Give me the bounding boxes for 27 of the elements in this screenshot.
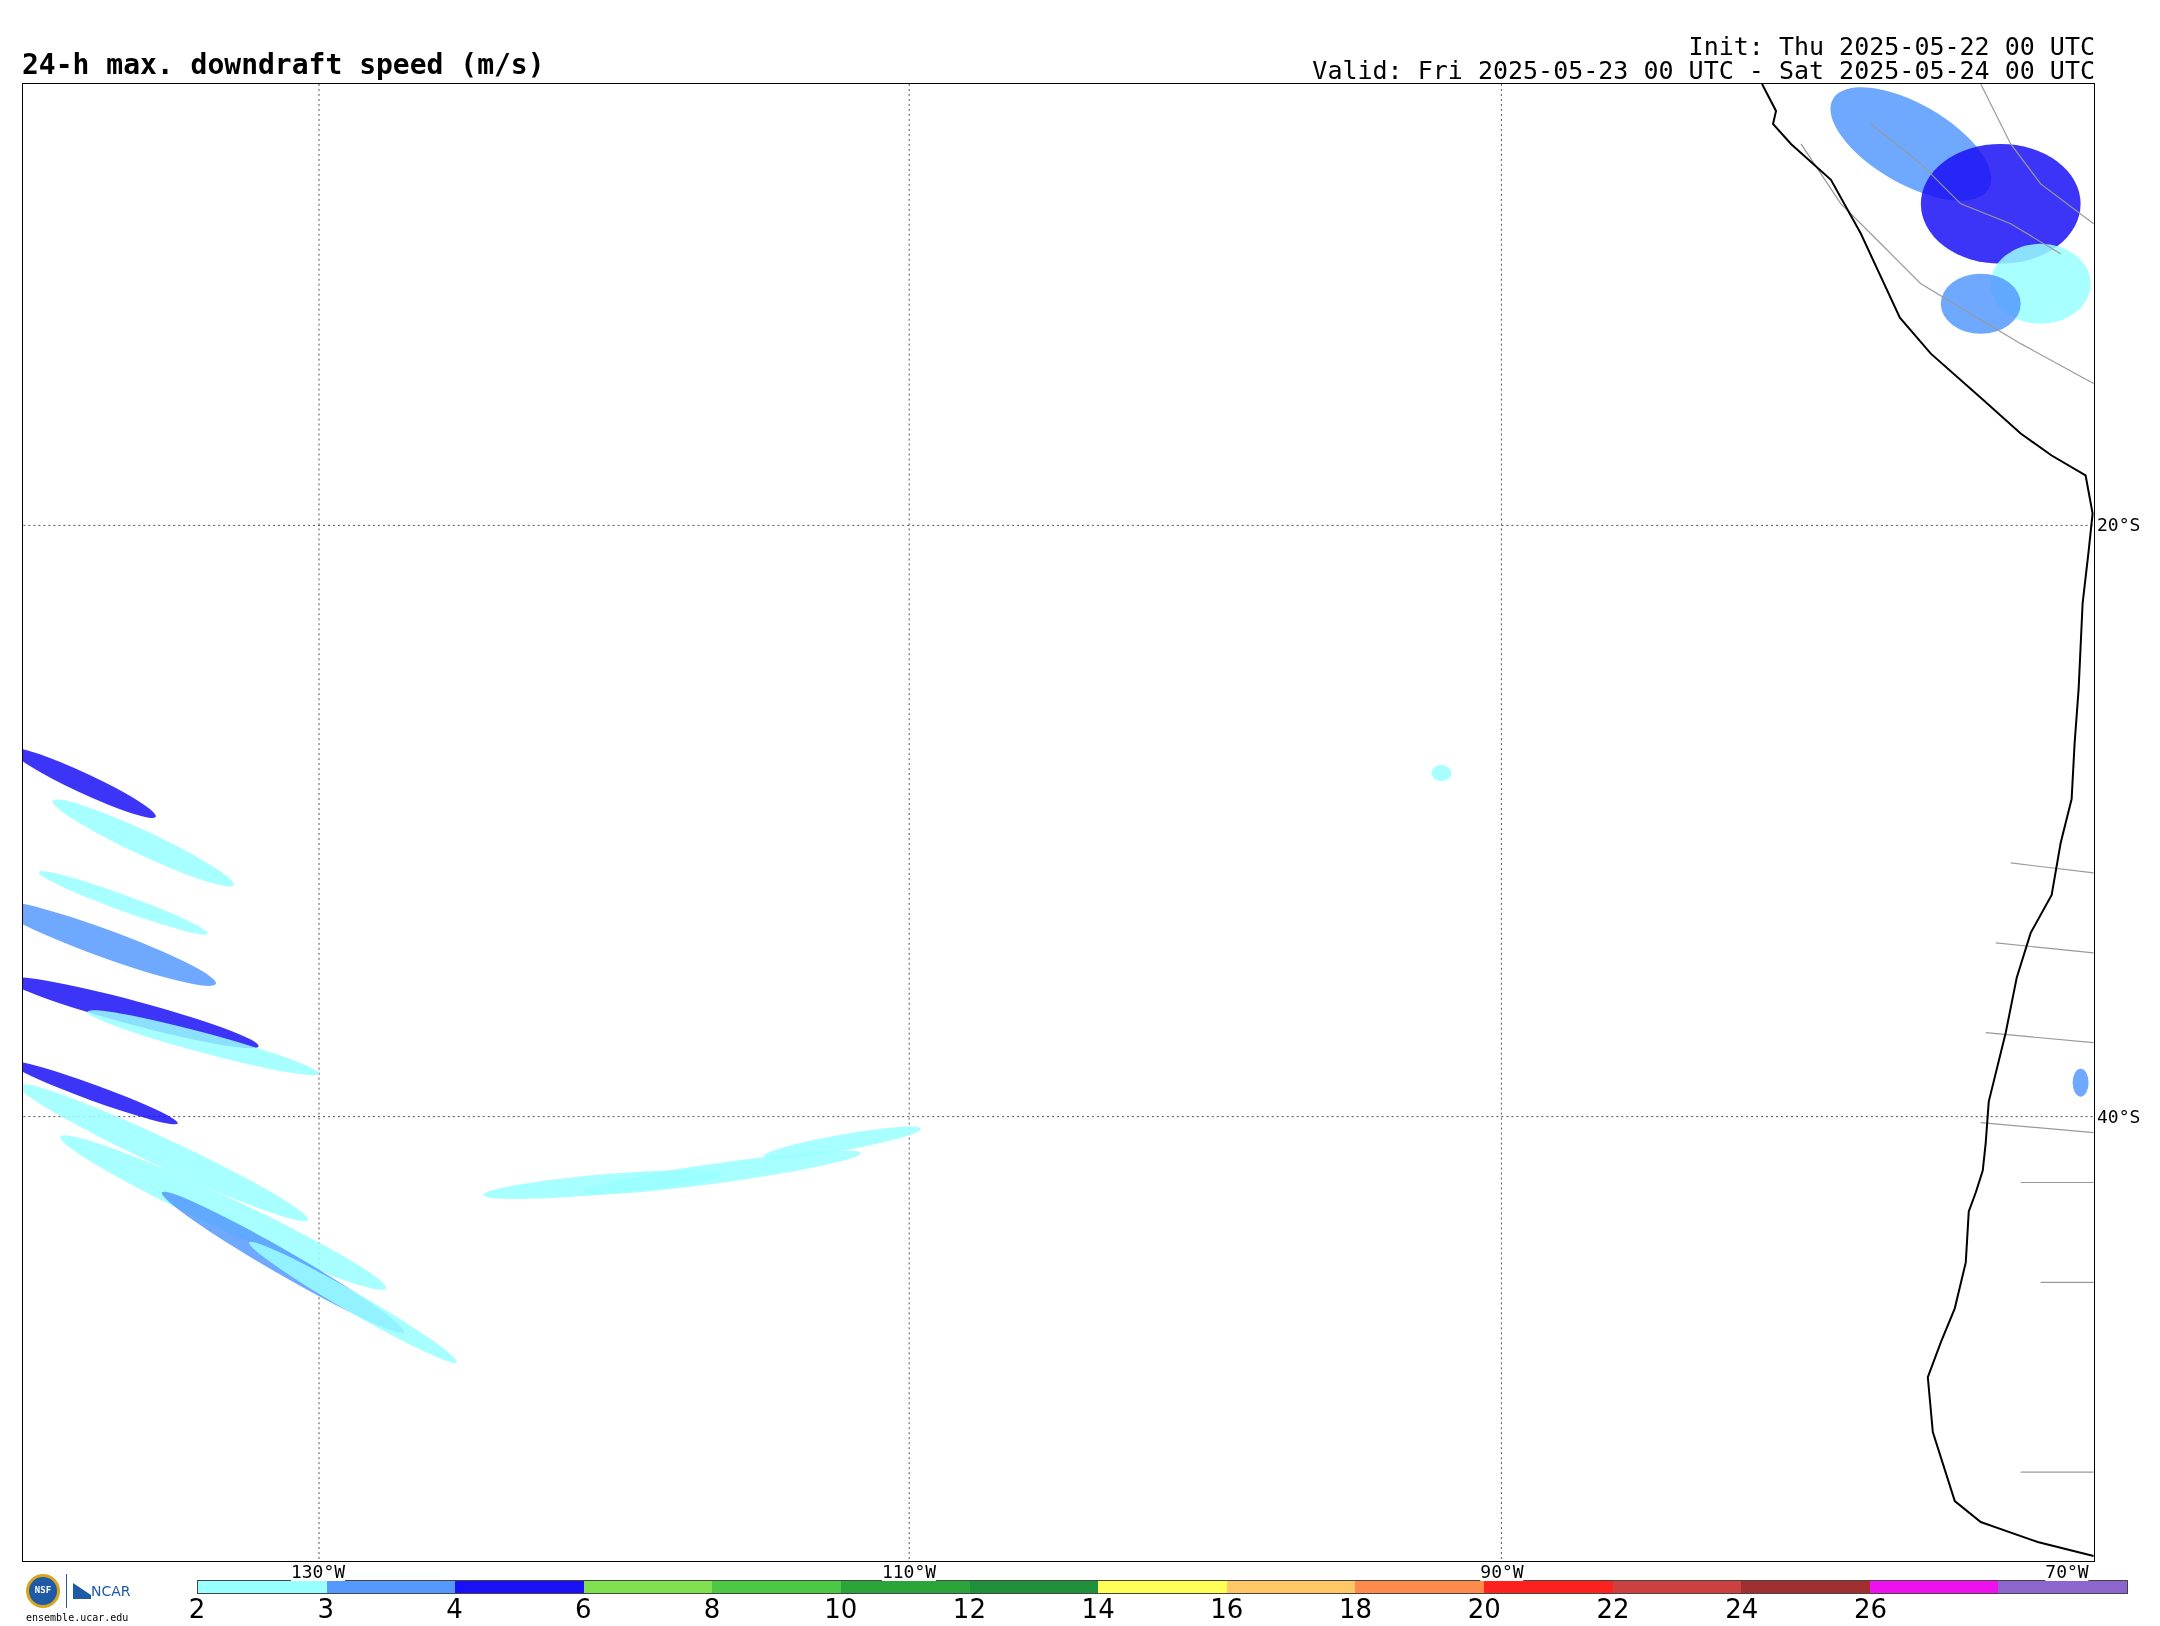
longitude-label: 70°W bbox=[2045, 1562, 2089, 1581]
longitude-label: 110°W bbox=[881, 1562, 937, 1581]
longitude-label: 130°W bbox=[290, 1562, 346, 1581]
colorbar-tick-label: 18 bbox=[1339, 1594, 1373, 1624]
logo-mark-icon bbox=[73, 1583, 91, 1599]
latitude-label: 20°S bbox=[2096, 516, 2141, 534]
colorbar-tick-label: 8 bbox=[703, 1594, 721, 1624]
longitude-label: 90°W bbox=[1480, 1562, 1524, 1581]
latitude-label: 40°S bbox=[2096, 1108, 2141, 1126]
colorbar-tick-label: 26 bbox=[1854, 1594, 1888, 1624]
colorbar-tick-label: 4 bbox=[446, 1594, 463, 1624]
colorbar-tick-label: 16 bbox=[1210, 1594, 1244, 1624]
colorbar-tick-label: 12 bbox=[952, 1594, 986, 1624]
valid-time: Valid: Fri 2025-05-23 00 UTC - Sat 2025-05-24 00 UTC bbox=[1312, 59, 2095, 83]
website-url: ensemble.ucar.edu bbox=[26, 1611, 130, 1625]
colorbar-tick-label: 22 bbox=[1596, 1594, 1630, 1624]
colorbar-tick-label: 2 bbox=[188, 1594, 206, 1624]
colorbar-tick-label: 14 bbox=[1081, 1594, 1115, 1624]
colorbar-tick-label: 24 bbox=[1725, 1594, 1759, 1624]
logo-seal: NSF bbox=[26, 1574, 60, 1608]
colorbar-tick-label: 6 bbox=[574, 1594, 592, 1624]
logo-wordmark: NCAR bbox=[91, 1581, 131, 1601]
colorbar-tick-label: 10 bbox=[824, 1594, 858, 1624]
colorbar-tick-label: 3 bbox=[317, 1594, 334, 1624]
chart-title: 24-h max. downdraft speed (m/s) bbox=[22, 51, 545, 83]
init-time: Init: Thu 2025-05-22 00 UTC bbox=[1688, 35, 2095, 59]
colorbar-tick-label: 20 bbox=[1467, 1594, 1501, 1624]
